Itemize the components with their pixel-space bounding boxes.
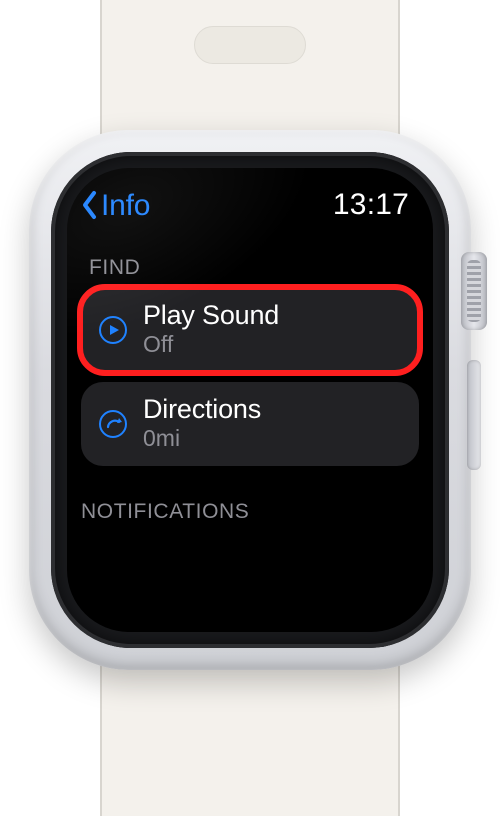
watch-case: Info 13:17 FIND Play Sound [29,130,471,670]
clock-time: 13:17 [333,188,409,222]
play-sound-title: Play Sound [143,300,403,332]
directions-icon [97,408,129,440]
directions-row[interactable]: Directions 0mi [81,382,419,466]
chevron-left-icon [81,190,99,220]
back-label: Info [101,189,150,222]
play-sound-row[interactable]: Play Sound Off [81,288,419,372]
directions-title: Directions [143,394,403,426]
watch-bezel: Info 13:17 FIND Play Sound [51,152,449,648]
play-icon [97,314,129,346]
section-header-find: FIND [67,230,433,288]
find-rows: Play Sound Off Directions 0mi [67,288,433,466]
back-button[interactable]: Info [81,189,150,222]
play-sound-subtitle: Off [143,331,403,358]
directions-subtitle: 0mi [143,425,403,452]
side-button[interactable] [467,360,481,470]
watch-screen: Info 13:17 FIND Play Sound [67,168,433,632]
status-bar: Info 13:17 [67,168,433,230]
apple-watch: Info 13:17 FIND Play Sound [0,0,500,816]
digital-crown[interactable] [461,252,487,330]
section-header-notifications: NOTIFICATIONS [67,466,433,532]
